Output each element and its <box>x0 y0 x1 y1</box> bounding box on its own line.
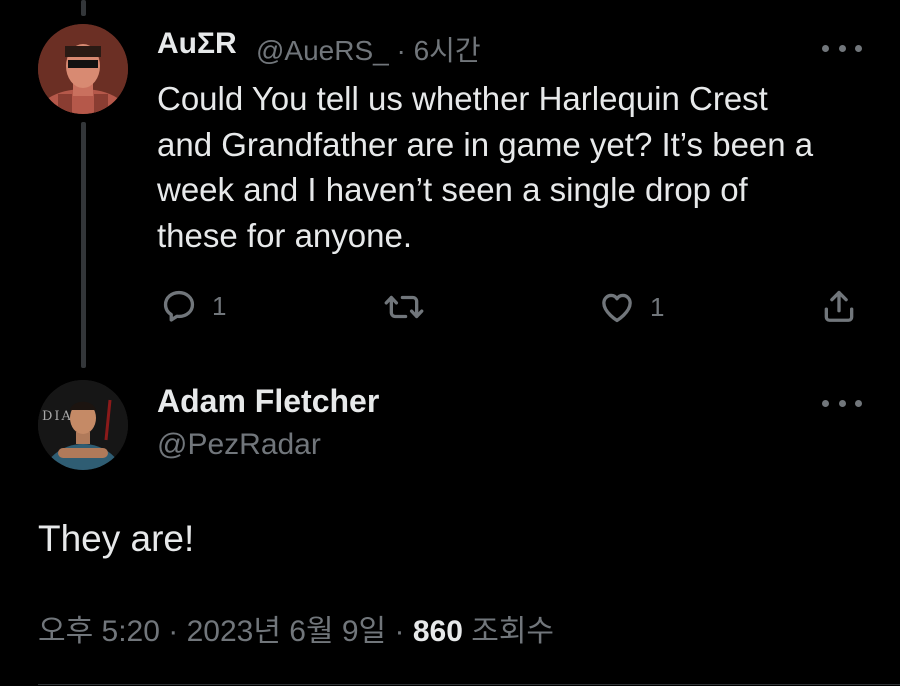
thread-line <box>81 122 86 368</box>
tweet-text-line: week and I haven’t seen a single drop of <box>157 171 748 208</box>
tweet-text: Could You tell us whether Harlequin Cres… <box>157 76 857 258</box>
reply-icon <box>163 290 195 322</box>
tweet-text: They are! <box>38 518 195 559</box>
share-button[interactable] <box>820 286 858 326</box>
views-label: 조회수 <box>462 615 555 648</box>
retweet-button[interactable] <box>383 288 439 326</box>
avatar[interactable] <box>38 24 128 114</box>
tweet-text-line: and Grandfather are in game yet? It’s be… <box>157 125 814 163</box>
like-count: 1 <box>650 291 665 322</box>
tweet-detail-page: AuΣR @AueRS_ · 6시간 Could You tell us whe… <box>0 0 900 686</box>
more-options-icon[interactable] <box>822 393 862 413</box>
timestamp-text[interactable]: 오후 5:20 · 2023년 6월 9일 · <box>38 615 413 648</box>
author-handle[interactable]: @PezRadar <box>157 428 321 462</box>
tweet-text-line: these for anyone. <box>157 216 413 254</box>
like-button[interactable]: 1 <box>598 288 664 326</box>
avatar[interactable]: DIA <box>38 380 128 470</box>
more-options-icon[interactable] <box>822 38 862 58</box>
tweet-text-line: Could You tell us whether Harlequin Cres… <box>157 80 768 117</box>
share-icon <box>824 290 854 322</box>
reply-button[interactable]: 1 <box>160 287 226 325</box>
divider <box>38 684 900 685</box>
author-name[interactable]: Adam Fletcher <box>157 383 379 420</box>
thread-line <box>81 0 86 16</box>
retweet-icon <box>384 295 424 319</box>
views-count: 860 <box>412 615 463 648</box>
author-name[interactable]: AuΣR <box>157 27 237 61</box>
avatar-logo-text: DIA <box>42 409 73 424</box>
heart-icon <box>602 293 632 323</box>
tweet-timestamp: 오후 5:20 · 2023년 6월 9일 · 860 조회수 <box>38 606 554 650</box>
author-handle-time[interactable]: @AueRS_ · 6시간 <box>256 29 481 69</box>
reply-count: 1 <box>212 290 227 321</box>
